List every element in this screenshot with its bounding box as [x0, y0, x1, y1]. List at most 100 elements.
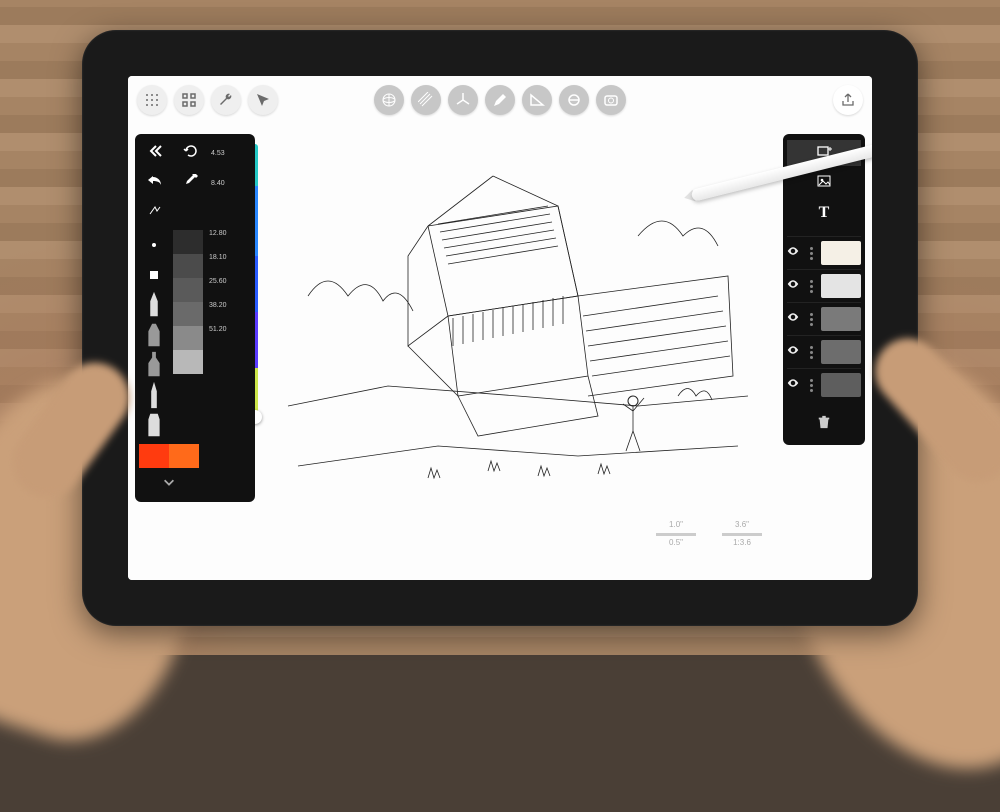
wrench-icon: [218, 92, 234, 108]
swatch-grey-5[interactable]: [173, 350, 203, 374]
undo-icon: [147, 173, 163, 194]
fx-button[interactable]: [139, 200, 171, 226]
swatch-grey-3[interactable]: [173, 302, 203, 326]
pen-icon: [492, 92, 508, 108]
swatch-grey-2[interactable]: [173, 278, 203, 302]
ruler-bar: [656, 533, 696, 536]
collapse-icon: [147, 143, 163, 164]
visibility-toggle[interactable]: [787, 376, 801, 394]
undo-button[interactable]: [139, 170, 171, 196]
layer-thumbnail[interactable]: [821, 307, 861, 331]
scale-readout: 1.0" 0.5" 3.6" 1:3.6: [656, 520, 762, 548]
sketch-drawing: [278, 146, 758, 526]
grid-icon: [144, 92, 160, 108]
grey-swatch-column: [173, 230, 203, 374]
eyedropper-button[interactable]: [175, 170, 207, 196]
drag-handle[interactable]: [805, 247, 817, 260]
hatch-button[interactable]: [411, 85, 441, 115]
scale-value-6: 51.20: [207, 326, 241, 350]
add-layer-button[interactable]: [787, 140, 861, 166]
right-layers-panel: T: [783, 134, 865, 445]
brush-pen[interactable]: [139, 380, 169, 410]
fx-icon: [147, 203, 163, 224]
brush-size-square[interactable]: [139, 260, 169, 290]
eyedropper-icon: [183, 173, 199, 194]
brush-marker-1[interactable]: [139, 320, 169, 350]
collapse-button[interactable]: [139, 140, 171, 166]
scale-value-4: 25.60: [207, 278, 241, 302]
visibility-toggle[interactable]: [787, 244, 801, 262]
left-tool-panel: 4.53 8.40: [135, 134, 255, 502]
scale-value-1: 8.40: [211, 170, 243, 196]
tablet-frame: 4.53 8.40: [82, 30, 918, 626]
trash-icon: [817, 415, 831, 434]
layer-row[interactable]: [787, 302, 861, 335]
apps-button[interactable]: [174, 85, 204, 115]
3d-view-button[interactable]: [374, 85, 404, 115]
scale-value-2: 12.80: [207, 230, 241, 254]
ruler-top-left: 1.0": [656, 520, 696, 530]
pointer-button[interactable]: [248, 85, 278, 115]
camera-icon: [603, 92, 619, 108]
visibility-toggle[interactable]: [787, 277, 801, 295]
scale-value-3: 18.10: [207, 254, 241, 278]
drag-handle[interactable]: [805, 313, 817, 326]
brush-marker-2[interactable]: [139, 350, 169, 380]
brush-tool-column: [139, 230, 169, 440]
ruler-bottom-right: 1:3.6: [722, 538, 762, 548]
hatch-icon: [418, 92, 434, 108]
brush-highlighter[interactable]: [139, 410, 169, 440]
pen-button[interactable]: [485, 85, 515, 115]
delete-layer-button[interactable]: [787, 409, 861, 439]
text-icon: T: [819, 204, 830, 222]
settings-button[interactable]: [211, 85, 241, 115]
angle-button[interactable]: [522, 85, 552, 115]
visibility-toggle[interactable]: [787, 343, 801, 361]
scale-value-0: 4.53: [211, 140, 243, 166]
scale-value-5: 38.20: [207, 302, 241, 326]
swatch-accent-1[interactable]: [169, 444, 199, 468]
target-icon: [566, 92, 582, 108]
layer-row[interactable]: [787, 269, 861, 302]
top-center-toolbar: [374, 85, 626, 115]
top-right-toolbar: [833, 85, 863, 115]
drag-handle[interactable]: [805, 379, 817, 392]
share-icon: [840, 92, 856, 108]
triangle-icon: [529, 92, 545, 108]
swatch-grey-0[interactable]: [173, 230, 203, 254]
brush-pencil[interactable]: [139, 290, 169, 320]
accent-swatches: [139, 444, 251, 468]
add-text-button[interactable]: T: [787, 200, 861, 226]
visibility-toggle[interactable]: [787, 310, 801, 328]
top-left-toolbar: [137, 85, 278, 115]
layer-thumbnail[interactable]: [821, 274, 861, 298]
add-image-button[interactable]: [787, 170, 861, 196]
target-button[interactable]: [559, 85, 589, 115]
layer-thumbnail[interactable]: [821, 373, 861, 397]
swatch-grey-4[interactable]: [173, 326, 203, 350]
ruler-bottom-left: 0.5": [656, 538, 696, 548]
brush-size-slider[interactable]: [252, 134, 290, 438]
layer-row[interactable]: [787, 335, 861, 368]
chevron-down-icon: [162, 475, 176, 494]
swatch-grey-1[interactable]: [173, 254, 203, 278]
drag-handle[interactable]: [805, 280, 817, 293]
refresh-icon: [183, 143, 199, 164]
layer-row[interactable]: [787, 368, 861, 401]
brush-size-small[interactable]: [139, 230, 169, 260]
snapshot-button[interactable]: [596, 85, 626, 115]
swatch-accent-0[interactable]: [139, 444, 169, 468]
app-screen: 4.53 8.40: [128, 76, 872, 580]
refresh-button[interactable]: [175, 140, 207, 166]
layer-row[interactable]: [787, 236, 861, 269]
layer-thumbnail[interactable]: [821, 340, 861, 364]
share-button[interactable]: [833, 85, 863, 115]
empty-cell: [175, 200, 207, 226]
drag-handle[interactable]: [805, 346, 817, 359]
axes-button[interactable]: [448, 85, 478, 115]
more-swatches-button[interactable]: [139, 472, 199, 496]
layer-thumbnail[interactable]: [821, 241, 861, 265]
pointer-icon: [255, 92, 271, 108]
grid-button[interactable]: [137, 85, 167, 115]
ruler-bar: [722, 533, 762, 536]
